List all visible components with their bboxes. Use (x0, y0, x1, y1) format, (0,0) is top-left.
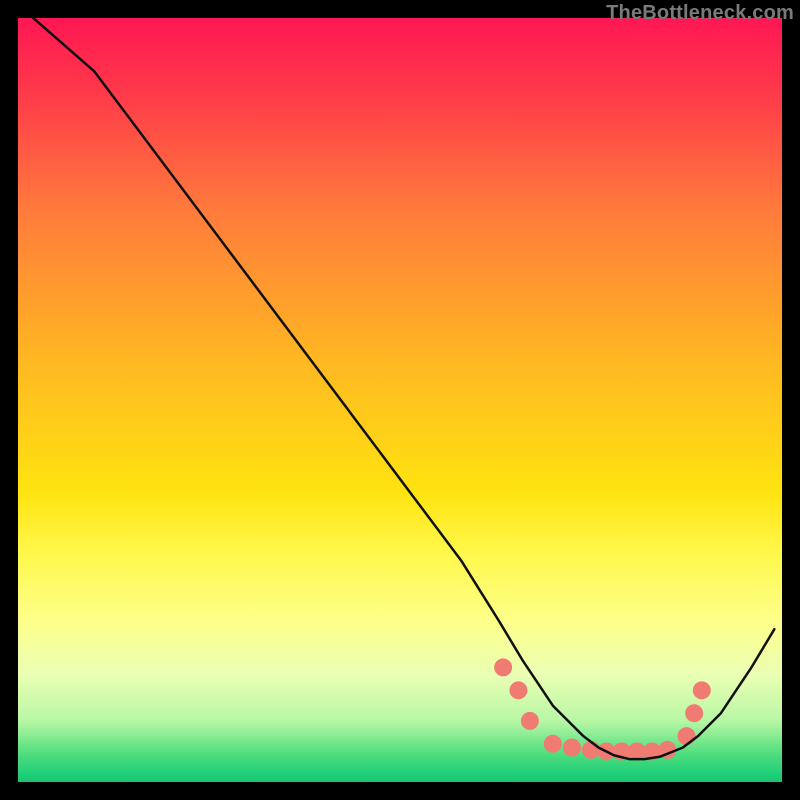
dot (693, 681, 711, 699)
chart-stage: TheBottleneck.com (0, 0, 800, 800)
dot (678, 727, 696, 745)
dot (582, 741, 600, 759)
dot (544, 735, 562, 753)
watermark-label: TheBottleneck.com (606, 2, 794, 25)
dot (685, 704, 703, 722)
dot (563, 739, 581, 757)
dot (509, 681, 527, 699)
dot (521, 712, 539, 730)
dot (494, 658, 512, 676)
gradient-background (18, 18, 782, 782)
chart-canvas (0, 0, 800, 800)
